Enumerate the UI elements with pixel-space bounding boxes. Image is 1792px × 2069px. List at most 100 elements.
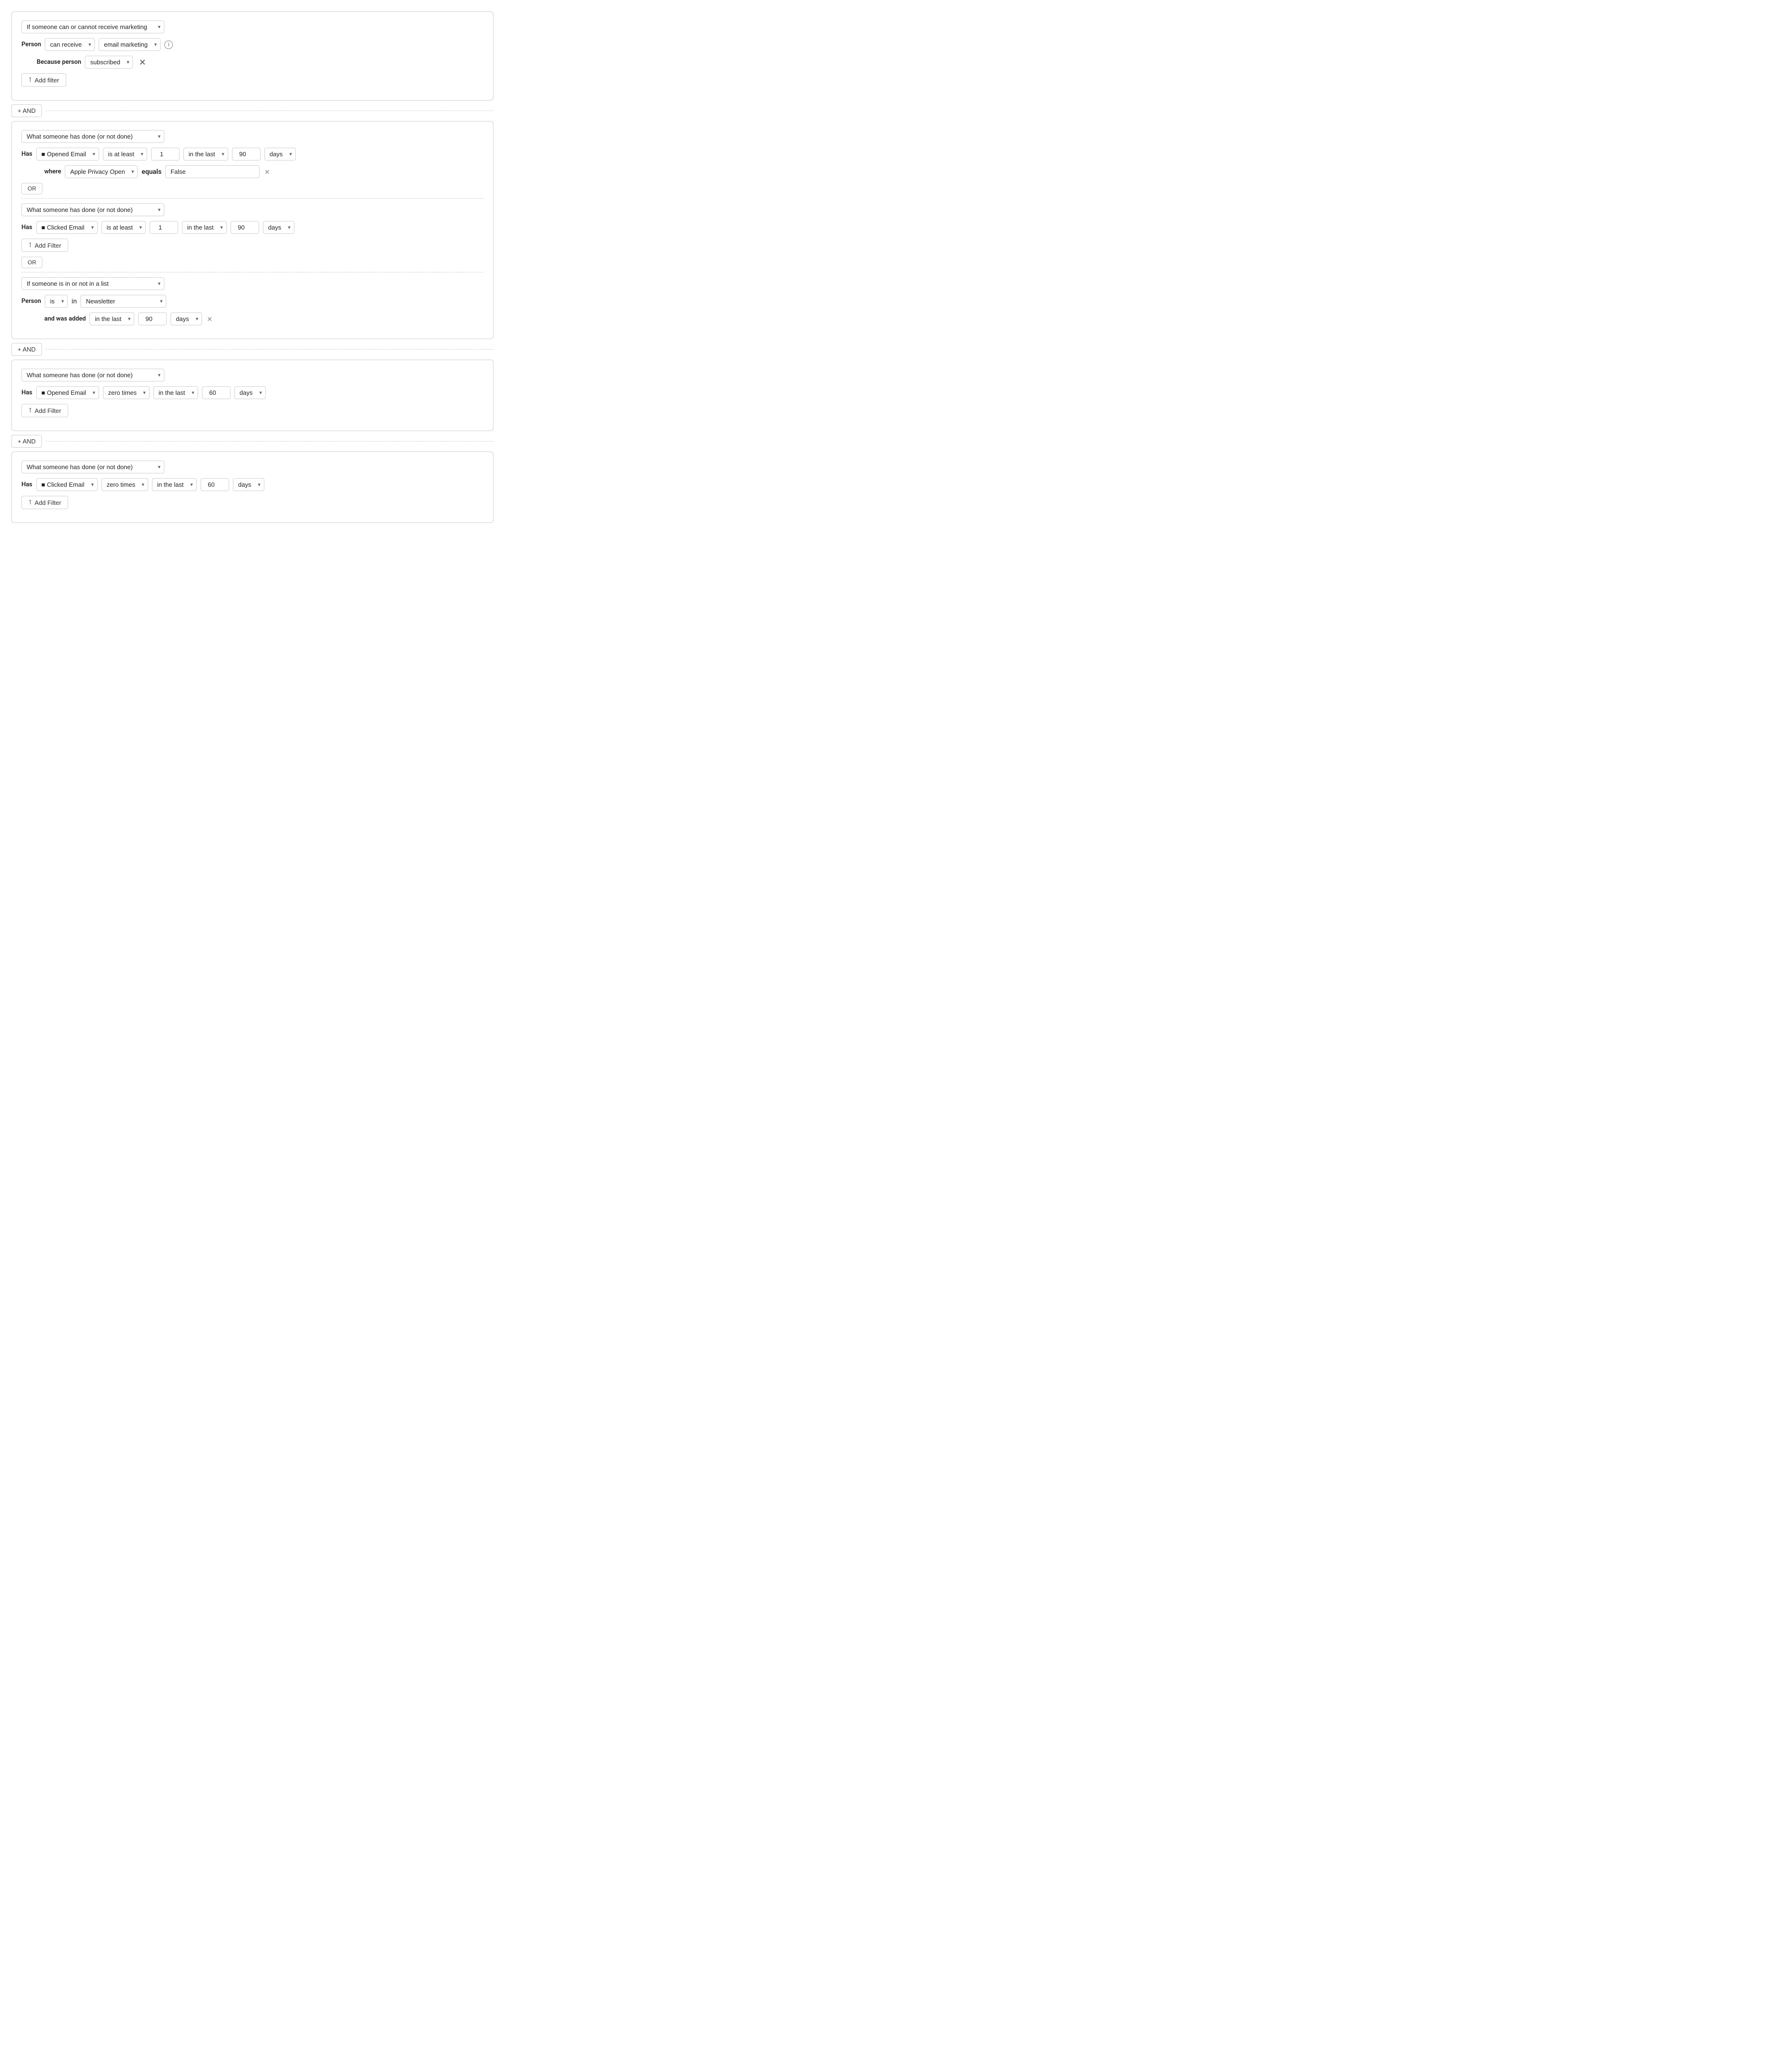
and-label-3: + AND: [18, 438, 36, 445]
group3-is-wrapper: is: [45, 295, 68, 308]
group1-count-input[interactable]: [151, 148, 180, 161]
and-was-added-label: and was added: [44, 315, 86, 322]
block4-time-condition-select[interactable]: in the last: [152, 478, 197, 491]
and-connector-3: + AND: [11, 435, 493, 448]
group3-main-dropdown[interactable]: If someone is in or not in a list: [21, 277, 164, 290]
block3-main-dropdown[interactable]: What someone has done (or not done): [21, 369, 164, 382]
and-connector-2: + AND: [11, 343, 493, 356]
because-close-button[interactable]: ✕: [137, 58, 148, 67]
block3-has-row: Has ■ Opened Email zero times in the las…: [21, 386, 483, 399]
group3-time-condition-select[interactable]: in the last: [90, 312, 134, 325]
block4-days-input[interactable]: [201, 478, 229, 491]
and-label-2: + AND: [18, 346, 36, 353]
group2-condition-select[interactable]: is at least: [101, 221, 146, 234]
group1-condition-wrapper: is at least: [103, 148, 147, 161]
block3-condition-wrapper: zero times: [103, 386, 150, 399]
group1-days-unit-wrapper: days: [264, 148, 296, 161]
group1-main-dropdown[interactable]: What someone has done (or not done): [21, 130, 164, 143]
block4-event-type-select[interactable]: ■ Clicked Email: [36, 478, 98, 491]
main-dropdown-row: If someone can or cannot receive marketi…: [21, 20, 483, 33]
main-dropdown-wrapper: If someone can or cannot receive marketi…: [21, 20, 164, 33]
block3-add-filter-label: Add Filter: [35, 407, 61, 414]
group2-count-input[interactable]: [150, 221, 178, 234]
block3-condition-select[interactable]: zero times: [103, 386, 150, 399]
group2-has-row: Has ■ Clicked Email is at least in the l…: [21, 221, 483, 234]
apple-privacy-select[interactable]: Apple Privacy Open: [65, 165, 138, 178]
subscribed-wrapper: subscribed: [85, 56, 133, 69]
block4-condition-select[interactable]: zero times: [101, 478, 148, 491]
block3-time-condition-wrapper: in the last: [153, 386, 198, 399]
block4-main-dropdown[interactable]: What someone has done (or not done): [21, 461, 164, 473]
and-button-2[interactable]: + AND: [11, 343, 42, 356]
marketing-main-dropdown[interactable]: If someone can or cannot receive marketi…: [21, 20, 164, 33]
group3-in-label: in: [71, 298, 77, 305]
or-group-2: What someone has done (or not done) Has …: [21, 203, 483, 252]
filter-icon: ⊺: [29, 76, 32, 84]
or-label-1: OR: [28, 185, 36, 192]
and-line-3: [46, 441, 493, 442]
email-marketing-select[interactable]: email marketing: [99, 38, 161, 51]
group3-sub-row: and was added in the last days ✕: [44, 312, 483, 325]
block3-add-filter-row: ⊺ Add Filter: [21, 404, 483, 417]
and-line-1: [46, 110, 493, 111]
block4-days-unit-select[interactable]: days: [233, 478, 264, 491]
can-receive-select[interactable]: can receive: [45, 38, 95, 51]
group3-days-input[interactable]: [138, 312, 167, 325]
block3-has-label: Has: [21, 389, 32, 396]
group2-days-unit-wrapper: days: [263, 221, 294, 234]
or-group-1: What someone has done (or not done) Has …: [21, 130, 483, 178]
where-close-button[interactable]: ✕: [263, 169, 271, 175]
group3-is-select[interactable]: is: [45, 295, 68, 308]
group1-days-input[interactable]: [232, 148, 261, 161]
or-button-2[interactable]: OR: [21, 257, 42, 268]
and-button-1[interactable]: + AND: [11, 104, 42, 117]
group2-add-filter-label: Add Filter: [35, 242, 61, 249]
or-group-3: If someone is in or not in a list Person…: [21, 277, 483, 325]
block3-days-input[interactable]: [202, 386, 231, 399]
block4-filter-icon: ⊺: [29, 499, 32, 506]
and-connector-1: + AND: [11, 104, 493, 117]
group1-condition-select[interactable]: is at least: [103, 148, 147, 161]
group1-time-condition-select[interactable]: in the last: [183, 148, 228, 161]
group3-person-label: Person: [21, 298, 41, 305]
can-receive-wrapper: can receive: [45, 38, 95, 51]
block3-event-type-select[interactable]: ■ Opened Email: [36, 386, 99, 399]
group2-has-label: Has: [21, 224, 32, 231]
equals-value-input[interactable]: [165, 165, 260, 178]
group3-sub-close-button[interactable]: ✕: [206, 316, 213, 322]
group2-time-condition-select[interactable]: in the last: [182, 221, 227, 234]
and-label-1: + AND: [18, 107, 36, 114]
add-filter-label: Add filter: [35, 77, 59, 84]
block3-days-unit-select[interactable]: days: [234, 386, 266, 399]
add-filter-button[interactable]: ⊺ Add filter: [21, 73, 66, 87]
group2-main-dropdown-row: What someone has done (or not done): [21, 203, 483, 216]
equals-label: equals: [141, 168, 161, 176]
group2-days-input[interactable]: [231, 221, 259, 234]
group2-event-type-select[interactable]: ■ Clicked Email: [36, 221, 98, 234]
and-button-3[interactable]: + AND: [11, 435, 42, 448]
person-row: Person can receive email marketing i: [21, 38, 483, 51]
group1-main-dropdown-row: What someone has done (or not done): [21, 130, 483, 143]
block4-add-filter-button[interactable]: ⊺ Add Filter: [21, 496, 68, 509]
group1-days-unit-select[interactable]: days: [264, 148, 296, 161]
group3-main-dropdown-wrapper: If someone is in or not in a list: [21, 277, 164, 290]
or-button-1[interactable]: OR: [21, 183, 42, 194]
block4-has-label: Has: [21, 481, 32, 488]
block3-time-condition-select[interactable]: in the last: [153, 386, 198, 399]
info-icon[interactable]: i: [164, 40, 173, 49]
group1-event-type-select[interactable]: ■ Opened Email: [36, 148, 99, 161]
group3-days-unit-select[interactable]: days: [171, 312, 202, 325]
group2-add-filter-button[interactable]: ⊺ Add Filter: [21, 239, 68, 252]
block4-add-filter-row: ⊺ Add Filter: [21, 496, 483, 509]
group1-event-type-wrapper: ■ Opened Email: [36, 148, 99, 161]
group2-main-dropdown[interactable]: What someone has done (or not done): [21, 203, 164, 216]
group3-list-wrapper: Newsletter: [81, 295, 166, 308]
group2-days-unit-select[interactable]: days: [263, 221, 294, 234]
group3-list-select[interactable]: Newsletter: [81, 295, 166, 308]
group3-days-unit-wrapper: days: [171, 312, 202, 325]
block3-add-filter-button[interactable]: ⊺ Add Filter: [21, 404, 68, 417]
block4-condition-wrapper: zero times: [101, 478, 148, 491]
clicked-email-zero-block: What someone has done (or not done) Has …: [11, 452, 493, 523]
subscribed-select[interactable]: subscribed: [85, 56, 133, 69]
add-filter-row: ⊺ Add filter: [21, 73, 483, 87]
